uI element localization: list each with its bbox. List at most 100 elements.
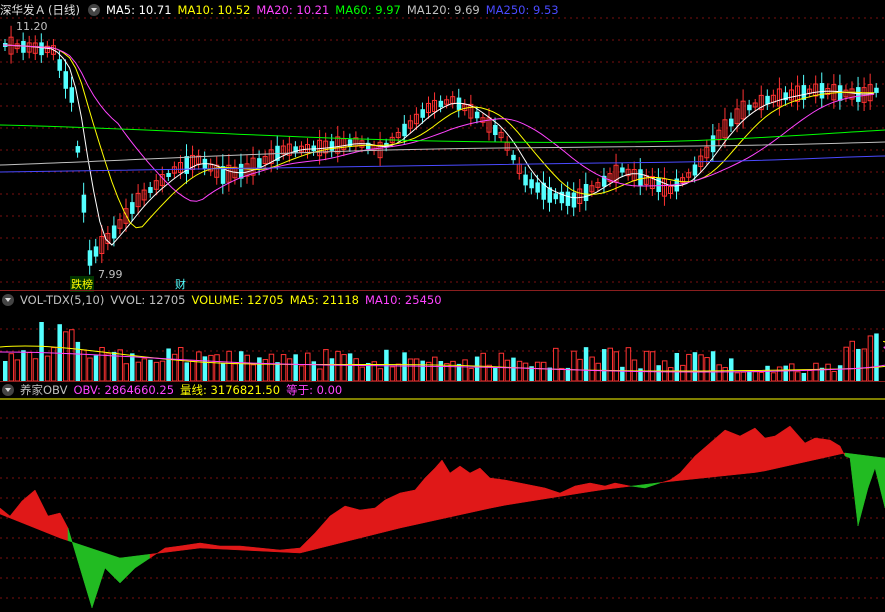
obv-area-segment	[149, 547, 166, 559]
obv-area-segment	[604, 482, 616, 490]
candle-body	[692, 164, 698, 176]
volume-bar	[613, 351, 620, 382]
volume-indicator-menu-icon[interactable]	[2, 293, 14, 306]
volume-bar	[553, 347, 559, 382]
volume-bar	[856, 348, 861, 381]
volume-bar	[87, 357, 93, 382]
obv-area-segment	[359, 507, 376, 539]
volume-bar	[747, 371, 752, 381]
candle-body	[166, 172, 171, 178]
obv-area-segment	[489, 477, 506, 509]
volume-bar	[305, 352, 311, 382]
volume-bar	[262, 359, 269, 382]
volume-bar	[402, 352, 407, 381]
volume-bar	[244, 354, 250, 382]
obv-header: 养家OBV OBV: 2864660.25 量线: 3176821.50 等于: 0.…	[0, 382, 348, 398]
obv-area-segment	[34, 489, 49, 534]
volume-bar	[583, 347, 589, 381]
obv-area-segment	[434, 459, 443, 521]
volume-bar	[734, 372, 741, 382]
obv-area-segment	[469, 467, 481, 513]
candle-body	[535, 182, 540, 193]
volume-bar	[813, 362, 819, 382]
obv-area-segment	[739, 427, 756, 475]
volume-bar	[601, 349, 607, 381]
obv-area-segment	[59, 512, 69, 542]
volume-bar	[795, 371, 801, 382]
volume-bar	[214, 354, 220, 382]
obv-area-segment	[694, 442, 711, 480]
obv-chart[interactable]	[0, 398, 885, 612]
candle-body	[874, 87, 879, 93]
obv-area-segment	[384, 492, 401, 533]
vvol-value: VVOL: 12705	[110, 293, 186, 307]
volume-bar	[21, 350, 26, 381]
volume-bar	[377, 368, 384, 382]
volume-bar	[3, 361, 8, 381]
volume-indicator-name[interactable]: VOL-TDX(5,10)	[20, 293, 104, 307]
volume-bar	[39, 322, 44, 381]
volume-bar	[625, 347, 632, 382]
obv-area-segment	[47, 512, 61, 539]
volume-bar	[69, 329, 75, 382]
volume-bar	[75, 341, 81, 381]
obv-area-segment	[857, 454, 869, 527]
volume-bar	[716, 364, 722, 382]
obv-area-segment	[644, 482, 661, 489]
volume-bar	[130, 353, 135, 381]
volume-bar	[511, 357, 516, 381]
candle-body	[402, 123, 407, 137]
candle-body	[729, 118, 734, 127]
candle-body	[493, 124, 498, 136]
volume-bar	[849, 340, 855, 382]
volume-bar	[534, 361, 541, 382]
obv-area-segment	[239, 545, 261, 552]
main-price-chart[interactable]	[0, 0, 885, 290]
obv-area-segment	[659, 479, 671, 484]
volume-bar	[196, 351, 202, 382]
obv-area-segment	[104, 552, 121, 584]
volume-bar	[190, 360, 196, 382]
volume-bar	[783, 365, 788, 381]
volume-bar	[317, 368, 323, 382]
volume-bar	[420, 360, 425, 381]
volume-bar	[547, 367, 552, 381]
obv-area-segment	[774, 425, 791, 469]
volume-bar	[286, 358, 293, 382]
volume-bar	[843, 346, 849, 382]
volume-chart[interactable]	[0, 307, 885, 382]
obv-area-segment	[764, 435, 776, 472]
volume-bar	[407, 358, 414, 382]
high-price-label: 11.20	[16, 20, 48, 33]
volume-bar	[232, 363, 238, 382]
volume-bar	[722, 367, 728, 382]
obv-area-segment	[219, 545, 241, 551]
volume-bar	[831, 370, 837, 382]
candle-body	[148, 187, 153, 193]
obv-area-segment	[534, 485, 546, 501]
volume-bar	[395, 363, 402, 382]
volume-bar	[438, 361, 444, 381]
obv-indicator-name[interactable]: 养家OBV	[20, 383, 67, 397]
volume-bar	[220, 363, 226, 381]
volume-value: VOLUME: 12705	[191, 293, 284, 307]
volume-bar	[335, 350, 341, 382]
volume-bar	[432, 356, 438, 382]
low-price-label: 7.99	[98, 268, 123, 281]
obv-indicator-menu-icon[interactable]	[2, 383, 14, 396]
candle-body	[93, 246, 99, 257]
volume-bar	[450, 360, 456, 382]
volume-bar	[674, 352, 680, 381]
volume-bar	[341, 354, 347, 382]
candle-body	[438, 100, 444, 108]
volume-bar	[740, 371, 747, 382]
obv-area-segment	[374, 499, 386, 535]
volume-bar	[607, 347, 613, 382]
obv-area-segment	[839, 445, 846, 457]
volume-bar	[141, 358, 148, 382]
volume-bar	[686, 353, 692, 382]
volume-bar	[540, 361, 547, 382]
volume-bar	[649, 351, 656, 382]
volume-bar	[692, 352, 698, 381]
obv-area-segment	[441, 459, 451, 520]
